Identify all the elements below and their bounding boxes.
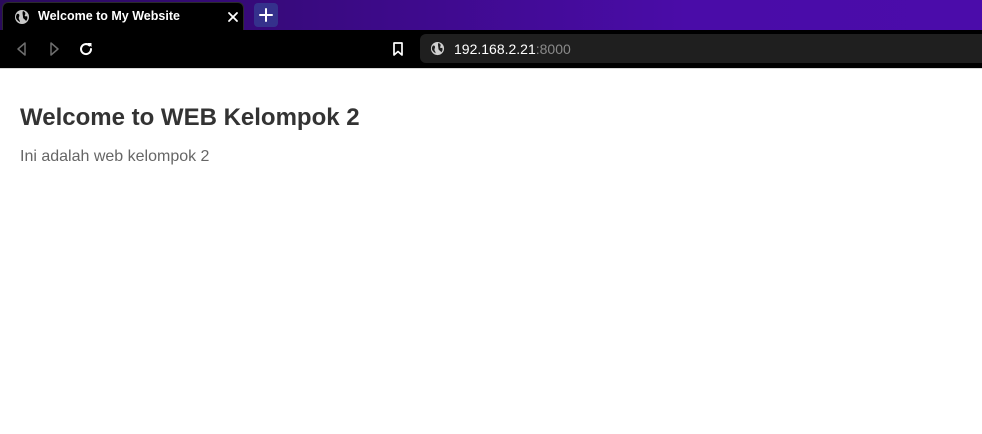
page-paragraph: Ini adalah web kelompok 2 bbox=[20, 148, 210, 165]
globe-icon bbox=[430, 41, 445, 56]
forward-arrow-icon[interactable] bbox=[45, 40, 63, 58]
browser-toolbar: 192.168.2.21:8000 bbox=[0, 30, 982, 68]
plus-icon bbox=[259, 8, 273, 22]
globe-icon bbox=[14, 9, 30, 25]
address-bar[interactable]: 192.168.2.21:8000 bbox=[420, 34, 982, 63]
url-host: 192.168.2.21 bbox=[454, 41, 536, 57]
url-text: 192.168.2.21:8000 bbox=[454, 41, 571, 57]
toolbar-divider bbox=[0, 68, 982, 69]
tab-title: Welcome to My Website bbox=[38, 9, 180, 23]
new-tab-button[interactable] bbox=[254, 3, 278, 27]
reload-icon[interactable] bbox=[77, 40, 95, 58]
close-icon[interactable] bbox=[225, 9, 241, 25]
url-port: :8000 bbox=[535, 41, 571, 57]
browser-tab[interactable]: Welcome to My Website bbox=[2, 2, 244, 30]
back-arrow-icon[interactable] bbox=[13, 40, 31, 58]
page-heading: Welcome to WEB Kelompok 2 bbox=[20, 104, 360, 131]
bookmark-icon[interactable] bbox=[389, 40, 407, 58]
tab-strip: Welcome to My Website bbox=[0, 0, 982, 30]
